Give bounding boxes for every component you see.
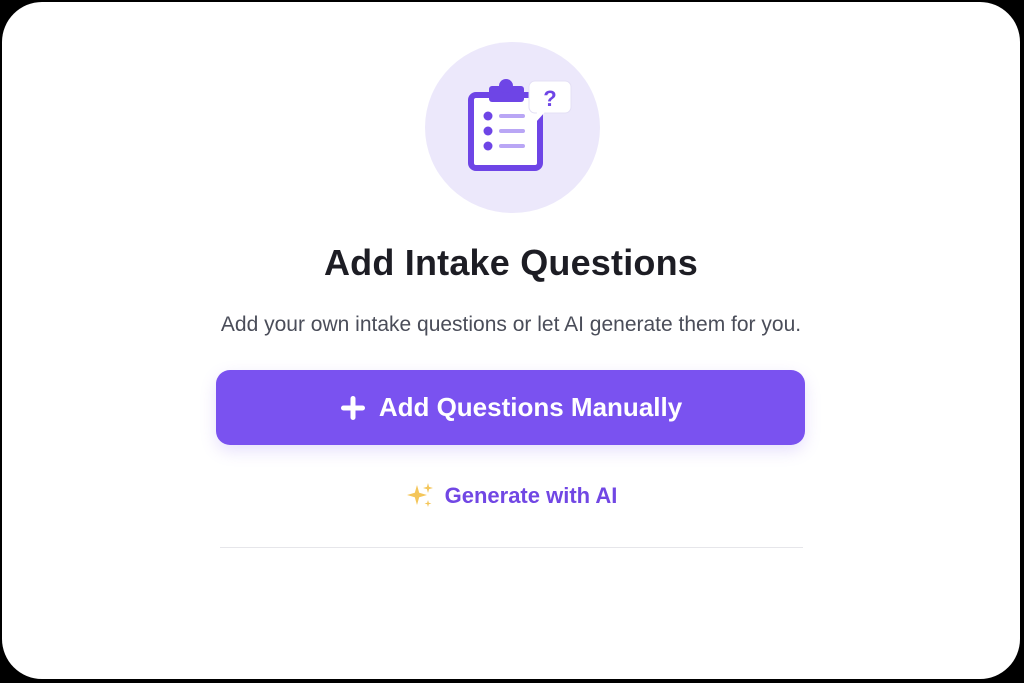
add-questions-manually-button[interactable]: Add Questions Manually xyxy=(216,370,805,445)
question-mark: ? xyxy=(543,86,556,111)
generate-with-ai-label: Generate with AI xyxy=(444,483,618,508)
divider xyxy=(220,547,803,548)
add-questions-manually-label: Add Questions Manually xyxy=(378,392,683,422)
plus-icon xyxy=(340,395,365,420)
sparkle-icon xyxy=(406,483,433,507)
page-subtitle: Add your own intake questions or let AI … xyxy=(220,313,802,336)
hero-illustration: ? xyxy=(425,42,600,213)
clipboard-question-icon: ? xyxy=(468,79,572,171)
generate-with-ai-link[interactable]: Generate with AI xyxy=(2,476,1020,516)
page-title: Add Intake Questions xyxy=(323,242,699,283)
intake-questions-card: ? Add Intake Questions Add your own inta… xyxy=(2,2,1020,679)
